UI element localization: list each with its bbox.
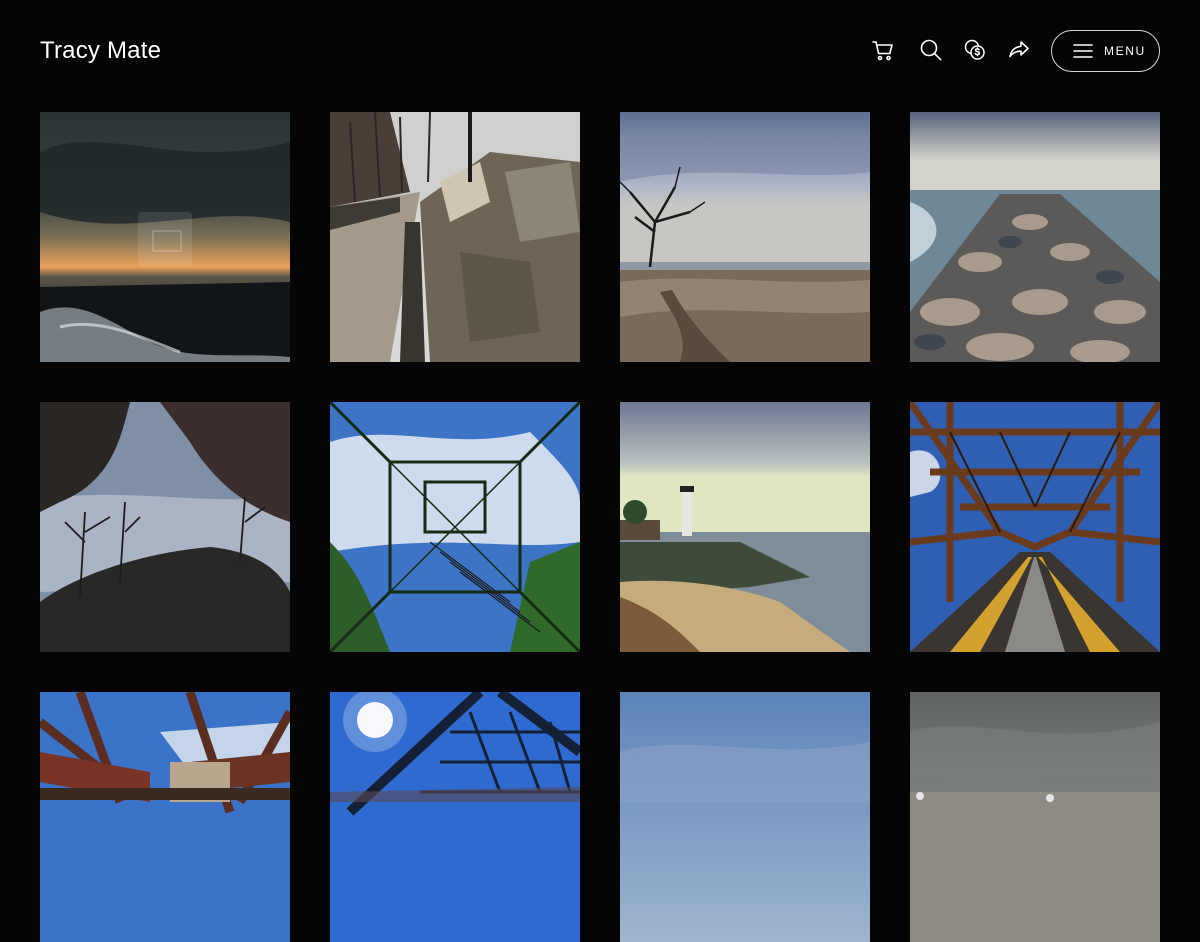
coins-icon[interactable] <box>962 37 988 63</box>
photo-cave-view-trees[interactable] <box>40 402 290 652</box>
cart-icon[interactable] <box>870 37 896 63</box>
photo-rusty-railroad-bridge[interactable] <box>910 402 1160 652</box>
photo-image <box>910 112 1160 362</box>
photo-image <box>620 112 870 362</box>
photo-image <box>910 402 1160 652</box>
site-header: Tracy Mate MENU <box>0 0 1200 102</box>
photo-bridge-underside[interactable] <box>40 692 290 942</box>
photo-image <box>620 402 870 652</box>
photo-image <box>40 402 290 652</box>
photo-image <box>330 692 580 942</box>
photo-image <box>40 692 290 942</box>
share-icon[interactable] <box>1006 37 1032 63</box>
menu-label: MENU <box>1104 44 1146 58</box>
menu-button[interactable]: MENU <box>1051 30 1160 72</box>
photo-bridge-sun-burst[interactable] <box>330 692 580 942</box>
photo-image <box>910 692 1160 942</box>
photo-storm-over-waves[interactable] <box>40 112 290 362</box>
photo-rock-jetty[interactable] <box>910 112 1160 362</box>
photo-steel-tower-stairs[interactable] <box>330 402 580 652</box>
site-title[interactable]: Tracy Mate <box>40 36 161 66</box>
photo-blue-sky-shore[interactable] <box>620 692 870 942</box>
photo-image <box>330 402 580 652</box>
photo-stone-wall-path[interactable] <box>330 112 580 362</box>
photo-image <box>620 692 870 942</box>
photo-cloudy-shoreline[interactable] <box>910 692 1160 942</box>
photo-image <box>330 112 580 362</box>
hamburger-icon <box>1073 43 1093 59</box>
search-icon[interactable] <box>918 37 944 63</box>
watermark-icon <box>138 212 192 266</box>
photo-lighthouse-shore[interactable] <box>620 402 870 652</box>
photo-beach-tree-low-tide[interactable] <box>620 112 870 362</box>
